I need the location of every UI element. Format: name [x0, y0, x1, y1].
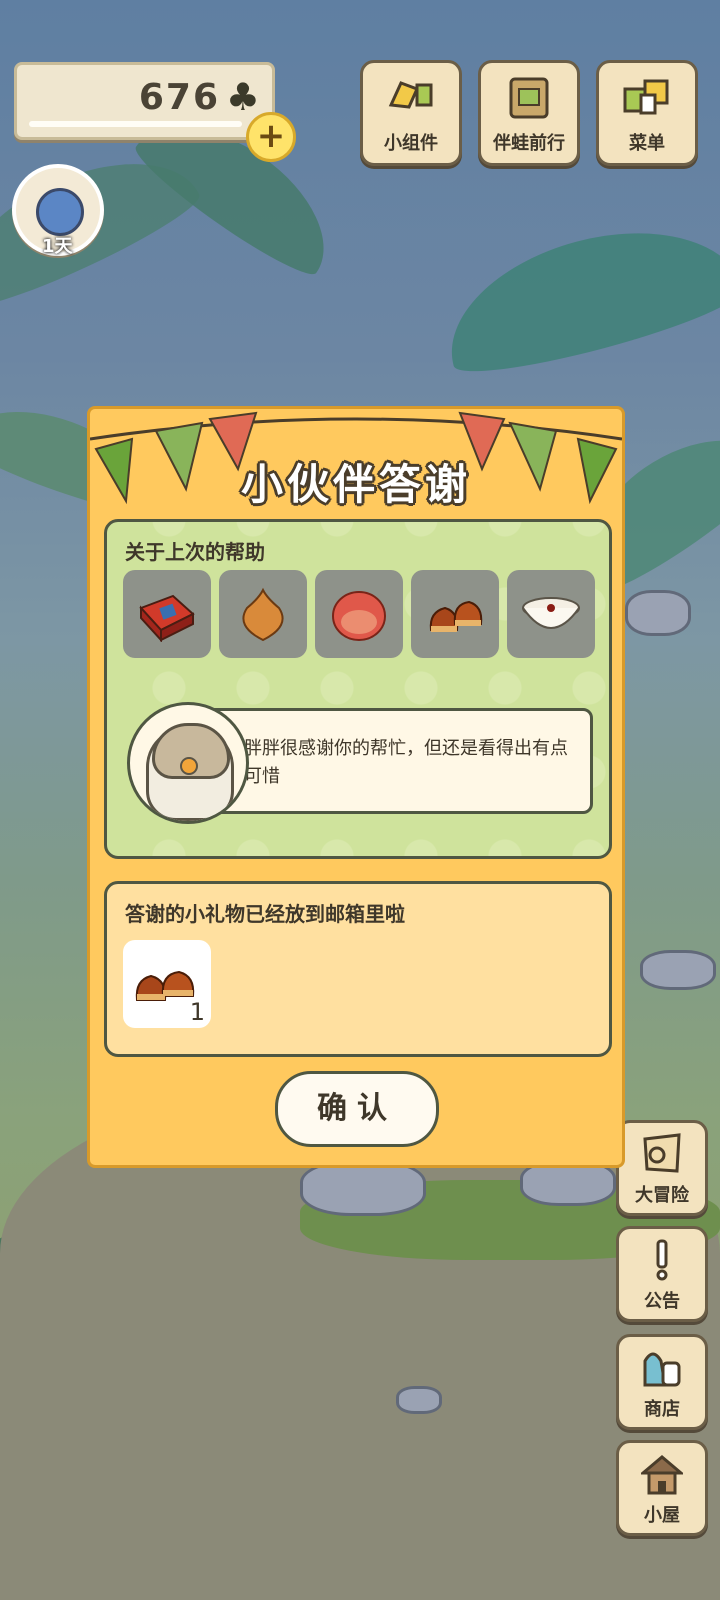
apple-icon [332, 591, 386, 641]
item-slot-chestnuts[interactable] [411, 570, 499, 658]
help-items-list [123, 570, 595, 658]
gift-count: 1 [189, 998, 205, 1026]
gift-section: 答谢的小礼物已经放到邮箱里啦 1 [104, 881, 612, 1057]
rock [300, 1160, 426, 1216]
rock [640, 950, 716, 990]
house-button[interactable]: 小屋 [616, 1440, 708, 1536]
confirm-button[interactable]: 确认 [275, 1071, 439, 1147]
day-counter: 1天 [42, 236, 73, 257]
exclamation-icon [656, 1239, 668, 1281]
shop-button[interactable]: 商店 [616, 1334, 708, 1430]
house-icon [641, 1455, 683, 1495]
onion-icon [242, 587, 284, 642]
clover-icon: ♣ [225, 75, 260, 119]
menu-label: 菜单 [629, 133, 665, 154]
gift-box-icon [139, 594, 195, 642]
frog-album-button[interactable]: 伴蛙前行 [478, 60, 580, 166]
bag-icon [643, 1352, 681, 1387]
gift-section-label: 答谢的小礼物已经放到邮箱里啦 [125, 902, 405, 926]
frog-avatar-icon [36, 188, 84, 236]
item-slot-apple[interactable] [315, 570, 403, 658]
map-icon [643, 1133, 681, 1173]
currency-panel: 676 ♣ [14, 62, 275, 140]
background-leaf [430, 203, 720, 387]
chestnuts-icon [429, 600, 483, 632]
rock [625, 590, 691, 636]
item-slot-onion[interactable] [219, 570, 307, 658]
dialog-title: 小伙伴答谢 [240, 460, 471, 509]
adventure-button[interactable]: 大冒险 [616, 1120, 708, 1216]
adventure-label: 大冒险 [635, 1185, 689, 1206]
npc-portrait [127, 702, 249, 824]
announcement-label: 公告 [644, 1291, 680, 1312]
house-label: 小屋 [644, 1505, 680, 1526]
widget-label: 小组件 [384, 133, 438, 154]
widget-icon [388, 81, 433, 109]
menu-icon [623, 79, 669, 115]
currency-bar [29, 121, 242, 127]
widget-button[interactable]: 小组件 [360, 60, 462, 166]
gift-item-slot[interactable]: 1 [123, 940, 211, 1028]
menu-button[interactable]: 菜单 [596, 60, 698, 166]
add-currency-button[interactable]: + [246, 112, 296, 162]
npc-beak [180, 757, 198, 775]
rice-bowl-icon [522, 597, 580, 629]
shop-label: 商店 [644, 1399, 680, 1420]
npc-message: 胖胖很感谢你的帮忙，但还是看得出有点可惜 [244, 738, 568, 787]
help-section: 关于上次的帮助 胖胖很感谢你的帮忙，但还是看得出有点可惜 [104, 519, 612, 859]
thanks-dialog: 小伙伴答谢 关于上次的帮助 胖胖很感谢你的帮忙，但还是看得出有点可惜 答谢的小礼… [87, 406, 625, 1168]
frog-album-label: 伴蛙前行 [493, 133, 565, 154]
rock [396, 1386, 442, 1414]
help-section-label: 关于上次的帮助 [125, 540, 265, 564]
item-slot-rice-bowl[interactable] [507, 570, 595, 658]
currency-amount: 676 [138, 77, 220, 118]
announcement-button[interactable]: 公告 [616, 1226, 708, 1322]
chestnuts-icon [135, 970, 195, 1001]
album-icon [509, 77, 549, 119]
item-slot-gift-box[interactable] [123, 570, 211, 658]
speech-bubble: 胖胖很感谢你的帮忙，但还是看得出有点可惜 [203, 708, 593, 814]
